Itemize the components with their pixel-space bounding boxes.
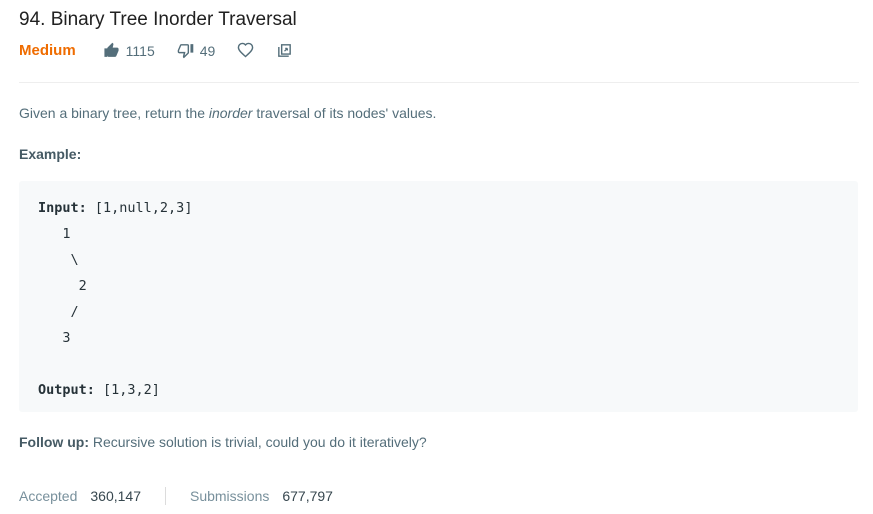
- stats-divider: [164, 487, 166, 505]
- description-text-start: Given a binary tree, return the: [19, 105, 209, 121]
- tree-line: /: [38, 304, 79, 320]
- dislike-count: 49: [199, 42, 216, 59]
- description-text-end: traversal of its nodes' values.: [252, 105, 437, 121]
- like-button[interactable]: 1115: [103, 42, 155, 59]
- submission-stats: Accepted 360,147 Submissions 677,797: [19, 487, 333, 505]
- output-value: [1,3,2]: [94, 382, 160, 398]
- thumbs-up-icon: [104, 42, 119, 57]
- description-emphasis: inorder: [208, 105, 253, 121]
- problem-page: 94. Binary Tree Inorder Traversal Medium…: [0, 0, 873, 514]
- example-heading: Example:: [19, 146, 82, 162]
- follow-up-label: Follow up:: [19, 434, 89, 450]
- like-count: 1115: [125, 42, 155, 59]
- accepted-value: 360,147: [90, 488, 141, 504]
- heart-icon: [238, 42, 254, 58]
- example-code-block: Input: [1,null,2,3] 1 \ 2 / 3 Output: [1…: [19, 181, 858, 412]
- accepted-label: Accepted: [19, 488, 78, 504]
- submissions-label: Submissions: [189, 488, 270, 504]
- tree-line: 1: [38, 226, 71, 242]
- input-label: Input:: [38, 200, 87, 216]
- follow-up-note: Follow up: Recursive solution is trivial…: [19, 434, 427, 450]
- header-divider: [19, 82, 859, 83]
- submissions-value: 677,797: [282, 488, 333, 504]
- problem-description: Given a binary tree, return the inorder …: [19, 105, 436, 121]
- problem-title: 94. Binary Tree Inorder Traversal: [19, 9, 297, 30]
- follow-up-text: Recursive solution is trivial, could you…: [88, 434, 427, 450]
- output-line: Output: [1,3,2]: [38, 382, 160, 398]
- share-icon: [278, 44, 292, 57]
- tree-line: 3: [38, 330, 71, 346]
- dislike-button[interactable]: 49: [177, 42, 216, 59]
- favorite-button[interactable]: [237, 42, 254, 59]
- problem-meta-bar: Medium 1115 49: [19, 42, 315, 59]
- difficulty-badge: Medium: [19, 42, 76, 59]
- input-line: Input: [1,null,2,3]: [38, 200, 192, 216]
- tree-line: \: [38, 252, 79, 268]
- tree-line: 2: [38, 278, 87, 294]
- input-value: [1,null,2,3]: [86, 200, 193, 216]
- thumbs-down-icon: [177, 44, 194, 59]
- output-label: Output:: [38, 382, 95, 398]
- share-button[interactable]: [276, 42, 293, 59]
